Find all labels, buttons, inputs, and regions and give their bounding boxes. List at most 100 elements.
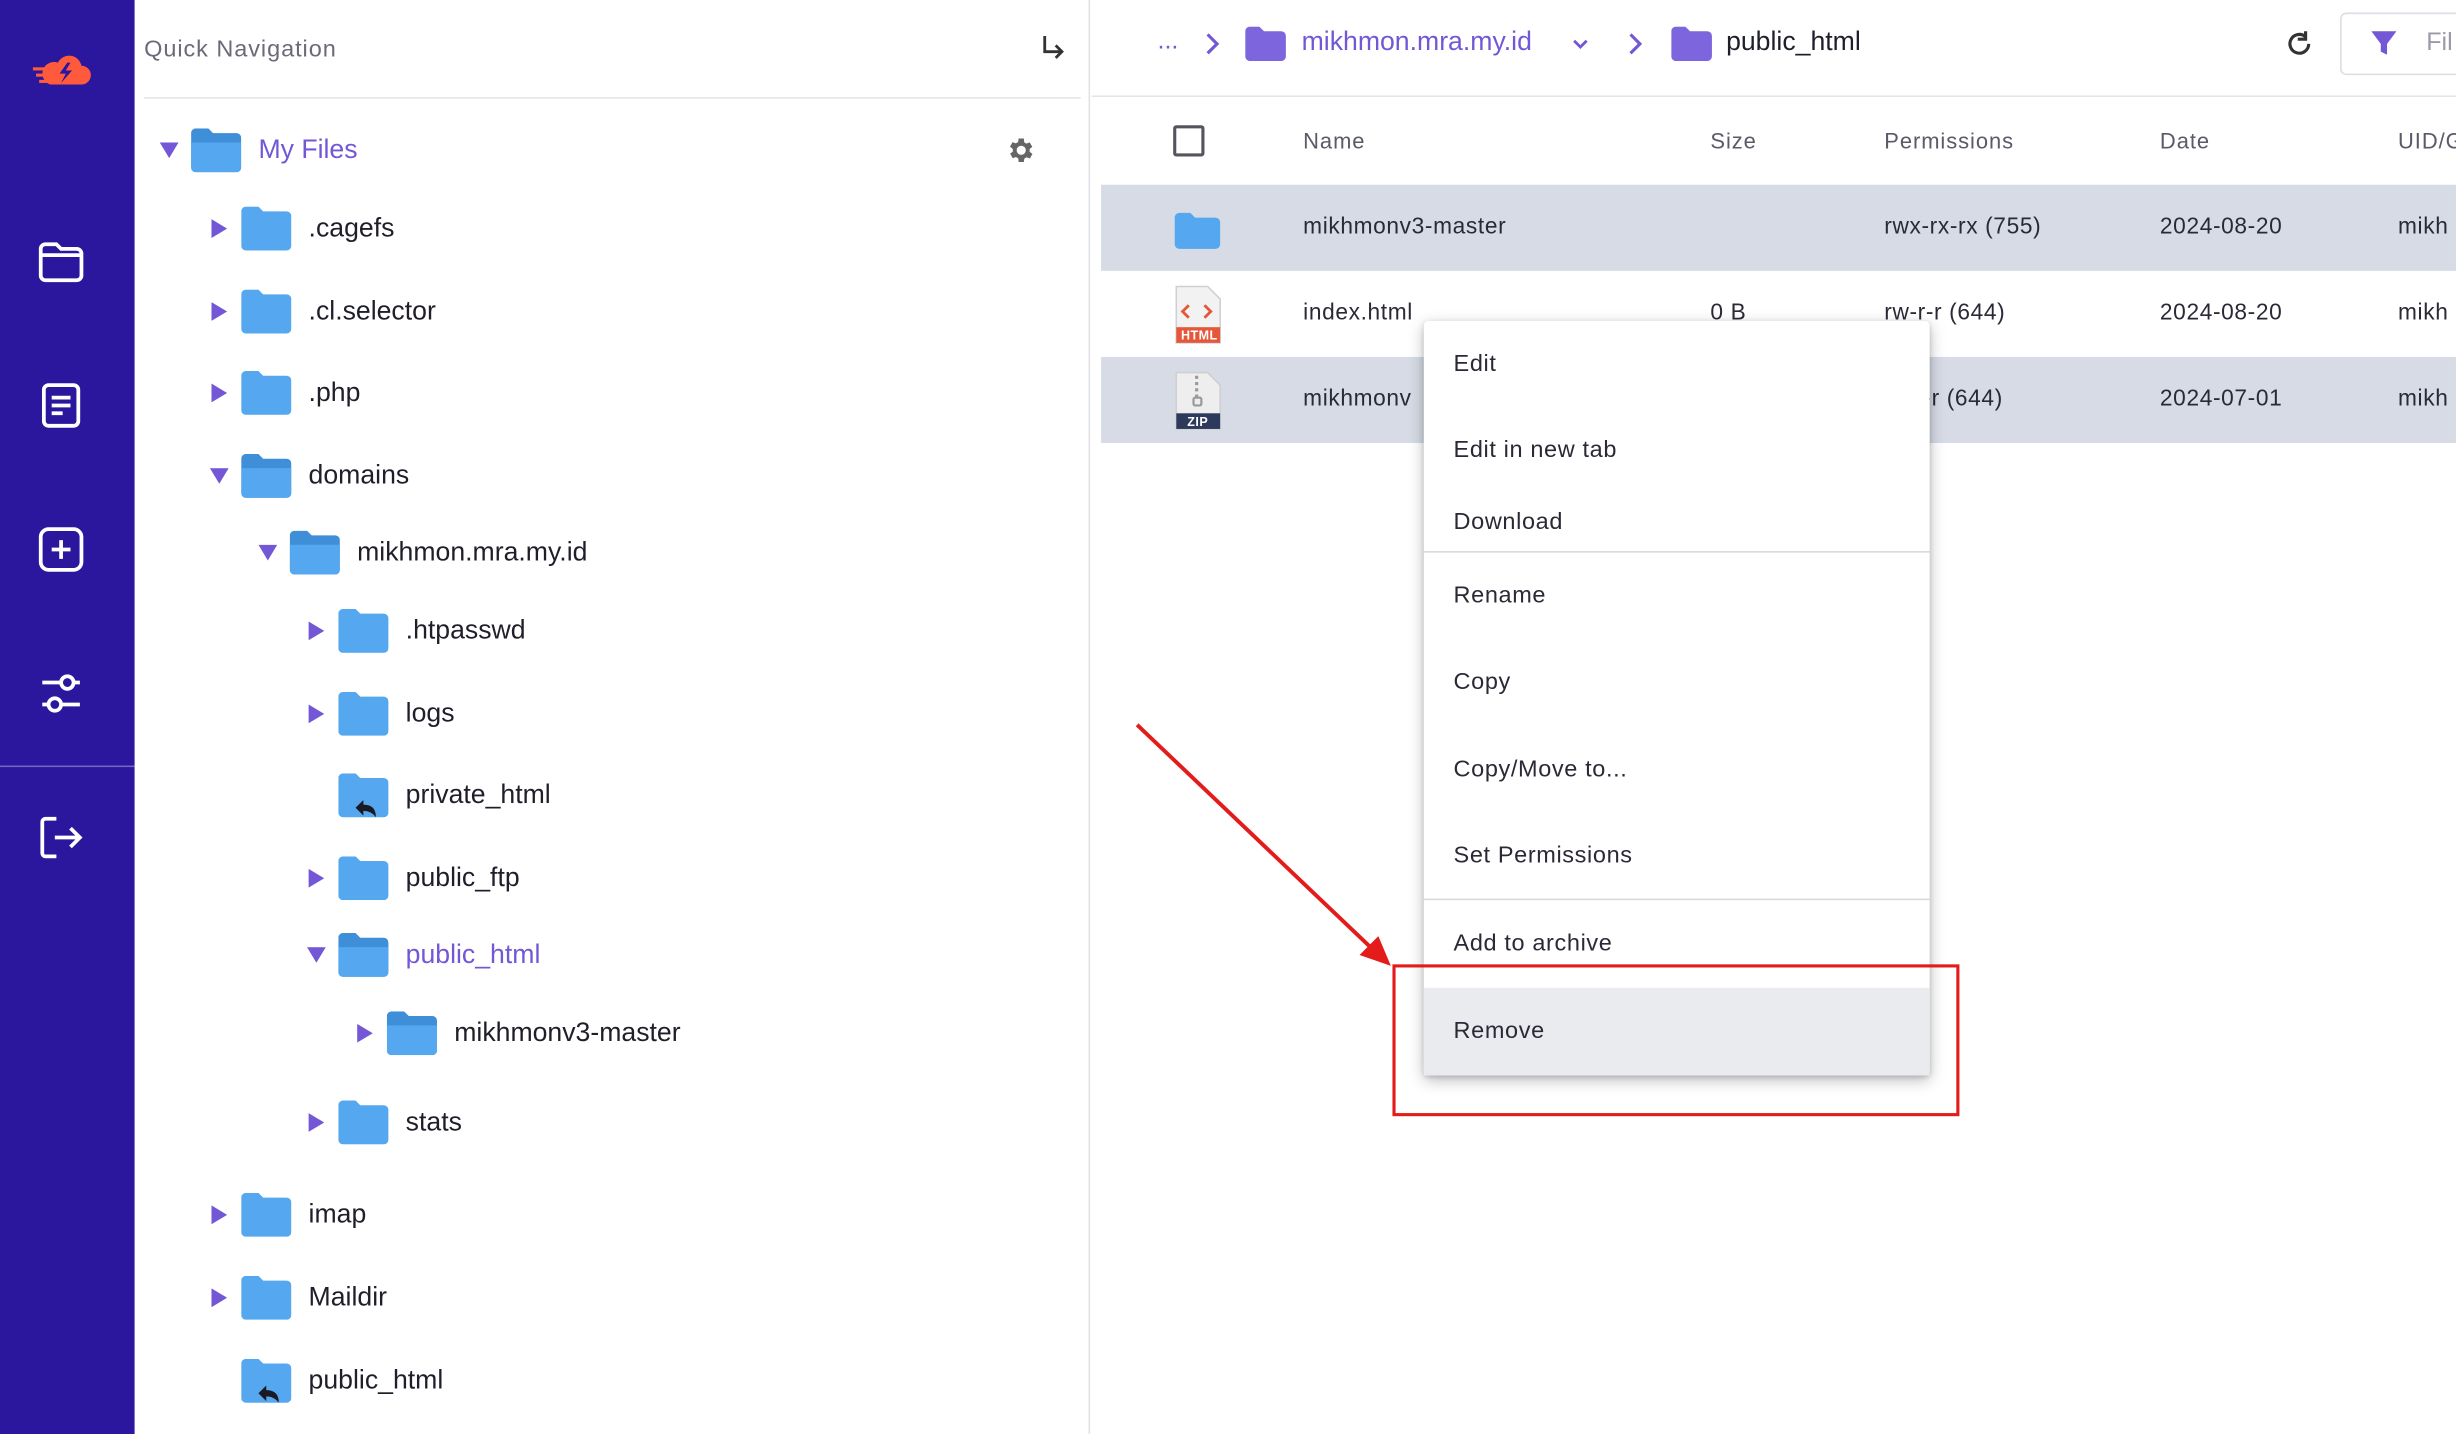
rail-divider: [0, 765, 135, 768]
file-uid: mikh: [2398, 300, 2449, 326]
go-arrow-icon[interactable]: [1037, 31, 1068, 62]
caret-right-icon[interactable]: [207, 299, 232, 324]
menu-item-copy[interactable]: Copy: [1424, 668, 1930, 695]
tree-node-imap[interactable]: imap: [207, 1184, 367, 1247]
table-row[interactable]: mikhmonv3-master rwx-rx-rx (755) 2024-08…: [1101, 184, 2456, 271]
file-permissions: -r (644): [1923, 386, 2003, 412]
file-type-badge: HTML: [1180, 328, 1218, 343]
file-type-badge: ZIP: [1187, 414, 1209, 429]
caret-right-icon[interactable]: [304, 701, 329, 726]
caret-down-icon[interactable]: [304, 942, 329, 967]
tree-node-mikhmon-domain[interactable]: mikhmon.mra.my.id: [255, 521, 587, 584]
column-size[interactable]: Size: [1710, 128, 1756, 153]
cloud-bolt-logo-icon[interactable]: [31, 53, 94, 94]
menu-item-add-to-archive[interactable]: Add to archive: [1424, 930, 1930, 957]
tree-node-logs[interactable]: logs: [304, 683, 455, 746]
breadcrumb-ellipsis[interactable]: ...: [1157, 28, 1178, 56]
folder-open-icon: [241, 453, 292, 498]
caret-down-icon[interactable]: [157, 138, 182, 163]
menu-item-edit-new-tab[interactable]: Edit in new tab: [1424, 437, 1930, 464]
caret-right-icon[interactable]: [207, 380, 232, 405]
tree-node-label: public_ftp: [405, 862, 520, 893]
menu-item-download[interactable]: Download: [1424, 509, 1930, 536]
tree-node-my-files[interactable]: My Files: [157, 119, 358, 182]
column-date[interactable]: Date: [2160, 128, 2210, 153]
caret-right-icon[interactable]: [304, 1110, 329, 1135]
tree-node-label: public_html: [405, 939, 541, 970]
tree-node-label: .php: [308, 377, 361, 408]
folder-icon: [241, 206, 292, 251]
filter-label: Fil: [2426, 29, 2453, 57]
menu-item-copy-move[interactable]: Copy/Move to...: [1424, 756, 1930, 783]
caret-right-icon[interactable]: [207, 216, 232, 241]
tree-node-domains[interactable]: domains: [207, 445, 409, 508]
gear-icon[interactable]: [1006, 135, 1037, 166]
folder-icon[interactable]: [34, 235, 87, 288]
logout-icon[interactable]: [34, 811, 87, 864]
settings-sliders-icon[interactable]: [34, 667, 87, 720]
caret-right-icon[interactable]: [207, 1202, 232, 1227]
caret-down-icon[interactable]: [207, 463, 232, 488]
caret-right-icon[interactable]: [304, 618, 329, 643]
tree-node-cl-selector[interactable]: .cl.selector: [207, 280, 436, 343]
tree-node-label: stats: [405, 1106, 462, 1137]
caret-right-icon[interactable]: [304, 866, 329, 891]
folder-icon: [338, 856, 389, 901]
refresh-icon[interactable]: [2284, 28, 2315, 59]
folder-icon: [338, 608, 389, 653]
context-menu: Edit Edit in new tab Download Rename Cop…: [1423, 320, 1930, 1076]
caret-right-icon[interactable]: [352, 1021, 377, 1046]
tree-node-label: public_html: [308, 1365, 444, 1395]
menu-item-set-permissions[interactable]: Set Permissions: [1424, 842, 1930, 869]
caret-right-icon[interactable]: [207, 1285, 232, 1310]
menu-item-edit[interactable]: Edit: [1424, 351, 1930, 378]
folder-open-icon: [191, 128, 242, 173]
tree-node-cagefs[interactable]: .cagefs: [207, 197, 395, 260]
tree-node-label: private_html: [405, 779, 551, 810]
chevron-right-icon: [1629, 33, 1643, 55]
breadcrumb-parent[interactable]: mikhmon.mra.my.id: [1302, 27, 1532, 58]
tree-node-label: My Files: [258, 134, 358, 165]
breadcrumb: ... mikhmon.mra.my.id public_html Fil: [1091, 0, 2456, 98]
breadcrumb-current: public_html: [1726, 26, 1861, 57]
folder-open-icon: [338, 933, 389, 977]
filter-input[interactable]: Fil: [2340, 12, 2456, 76]
tree-node-htpasswd[interactable]: .htpasswd: [304, 600, 526, 663]
file-date: 2024-08-20: [2159, 300, 2283, 326]
caret-down-icon[interactable]: [255, 540, 280, 565]
tree-node-label: imap: [308, 1199, 367, 1229]
tree-node-label: .cagefs: [308, 212, 395, 243]
table-header: Name Size Permissions Date UID/G: [1101, 99, 2456, 185]
folder-icon: [241, 289, 292, 334]
tree-node-maildir[interactable]: Maildir: [207, 1266, 387, 1329]
tree-node-public-html-link[interactable]: public_html: [207, 1349, 444, 1412]
add-new-icon[interactable]: [34, 523, 87, 576]
column-name[interactable]: Name: [1303, 128, 1365, 153]
select-all-checkbox[interactable]: [1173, 125, 1205, 157]
tree-node-private-html[interactable]: private_html: [304, 764, 551, 827]
tree-node-stats[interactable]: stats: [304, 1091, 462, 1154]
tree-node-public-ftp[interactable]: public_ftp: [304, 847, 520, 910]
quick-navigation-label: Quick Navigation: [144, 36, 337, 63]
folder-icon: [241, 1192, 292, 1237]
folder-icon: [1671, 26, 1712, 62]
folder-icon: [338, 1100, 389, 1145]
tree-node-label: mikhmon.mra.my.id: [357, 536, 588, 567]
app-rail: [0, 0, 135, 1434]
tree-node-mikhmonv3-master[interactable]: mikhmonv3-master: [352, 1002, 681, 1065]
menu-divider: [1423, 551, 1930, 553]
folder-icon: [338, 691, 389, 736]
menu-item-rename[interactable]: Rename: [1424, 582, 1930, 609]
tree-node-label: .cl.selector: [308, 295, 436, 326]
document-icon[interactable]: [34, 379, 87, 432]
folder-icon: [1245, 26, 1286, 62]
tree-node-label: mikhmonv3-master: [454, 1017, 681, 1048]
column-uid[interactable]: UID/G: [2398, 128, 2456, 153]
tree-node-php[interactable]: .php: [207, 362, 361, 425]
menu-divider: [1423, 898, 1930, 901]
chevron-down-icon[interactable]: [1571, 34, 1590, 53]
file-uid: mikh: [2398, 386, 2449, 412]
quick-navigation[interactable]: Quick Navigation: [144, 0, 1081, 99]
tree-node-public-html-active[interactable]: public_html: [304, 924, 541, 987]
column-permissions[interactable]: Permissions: [1884, 128, 2014, 153]
